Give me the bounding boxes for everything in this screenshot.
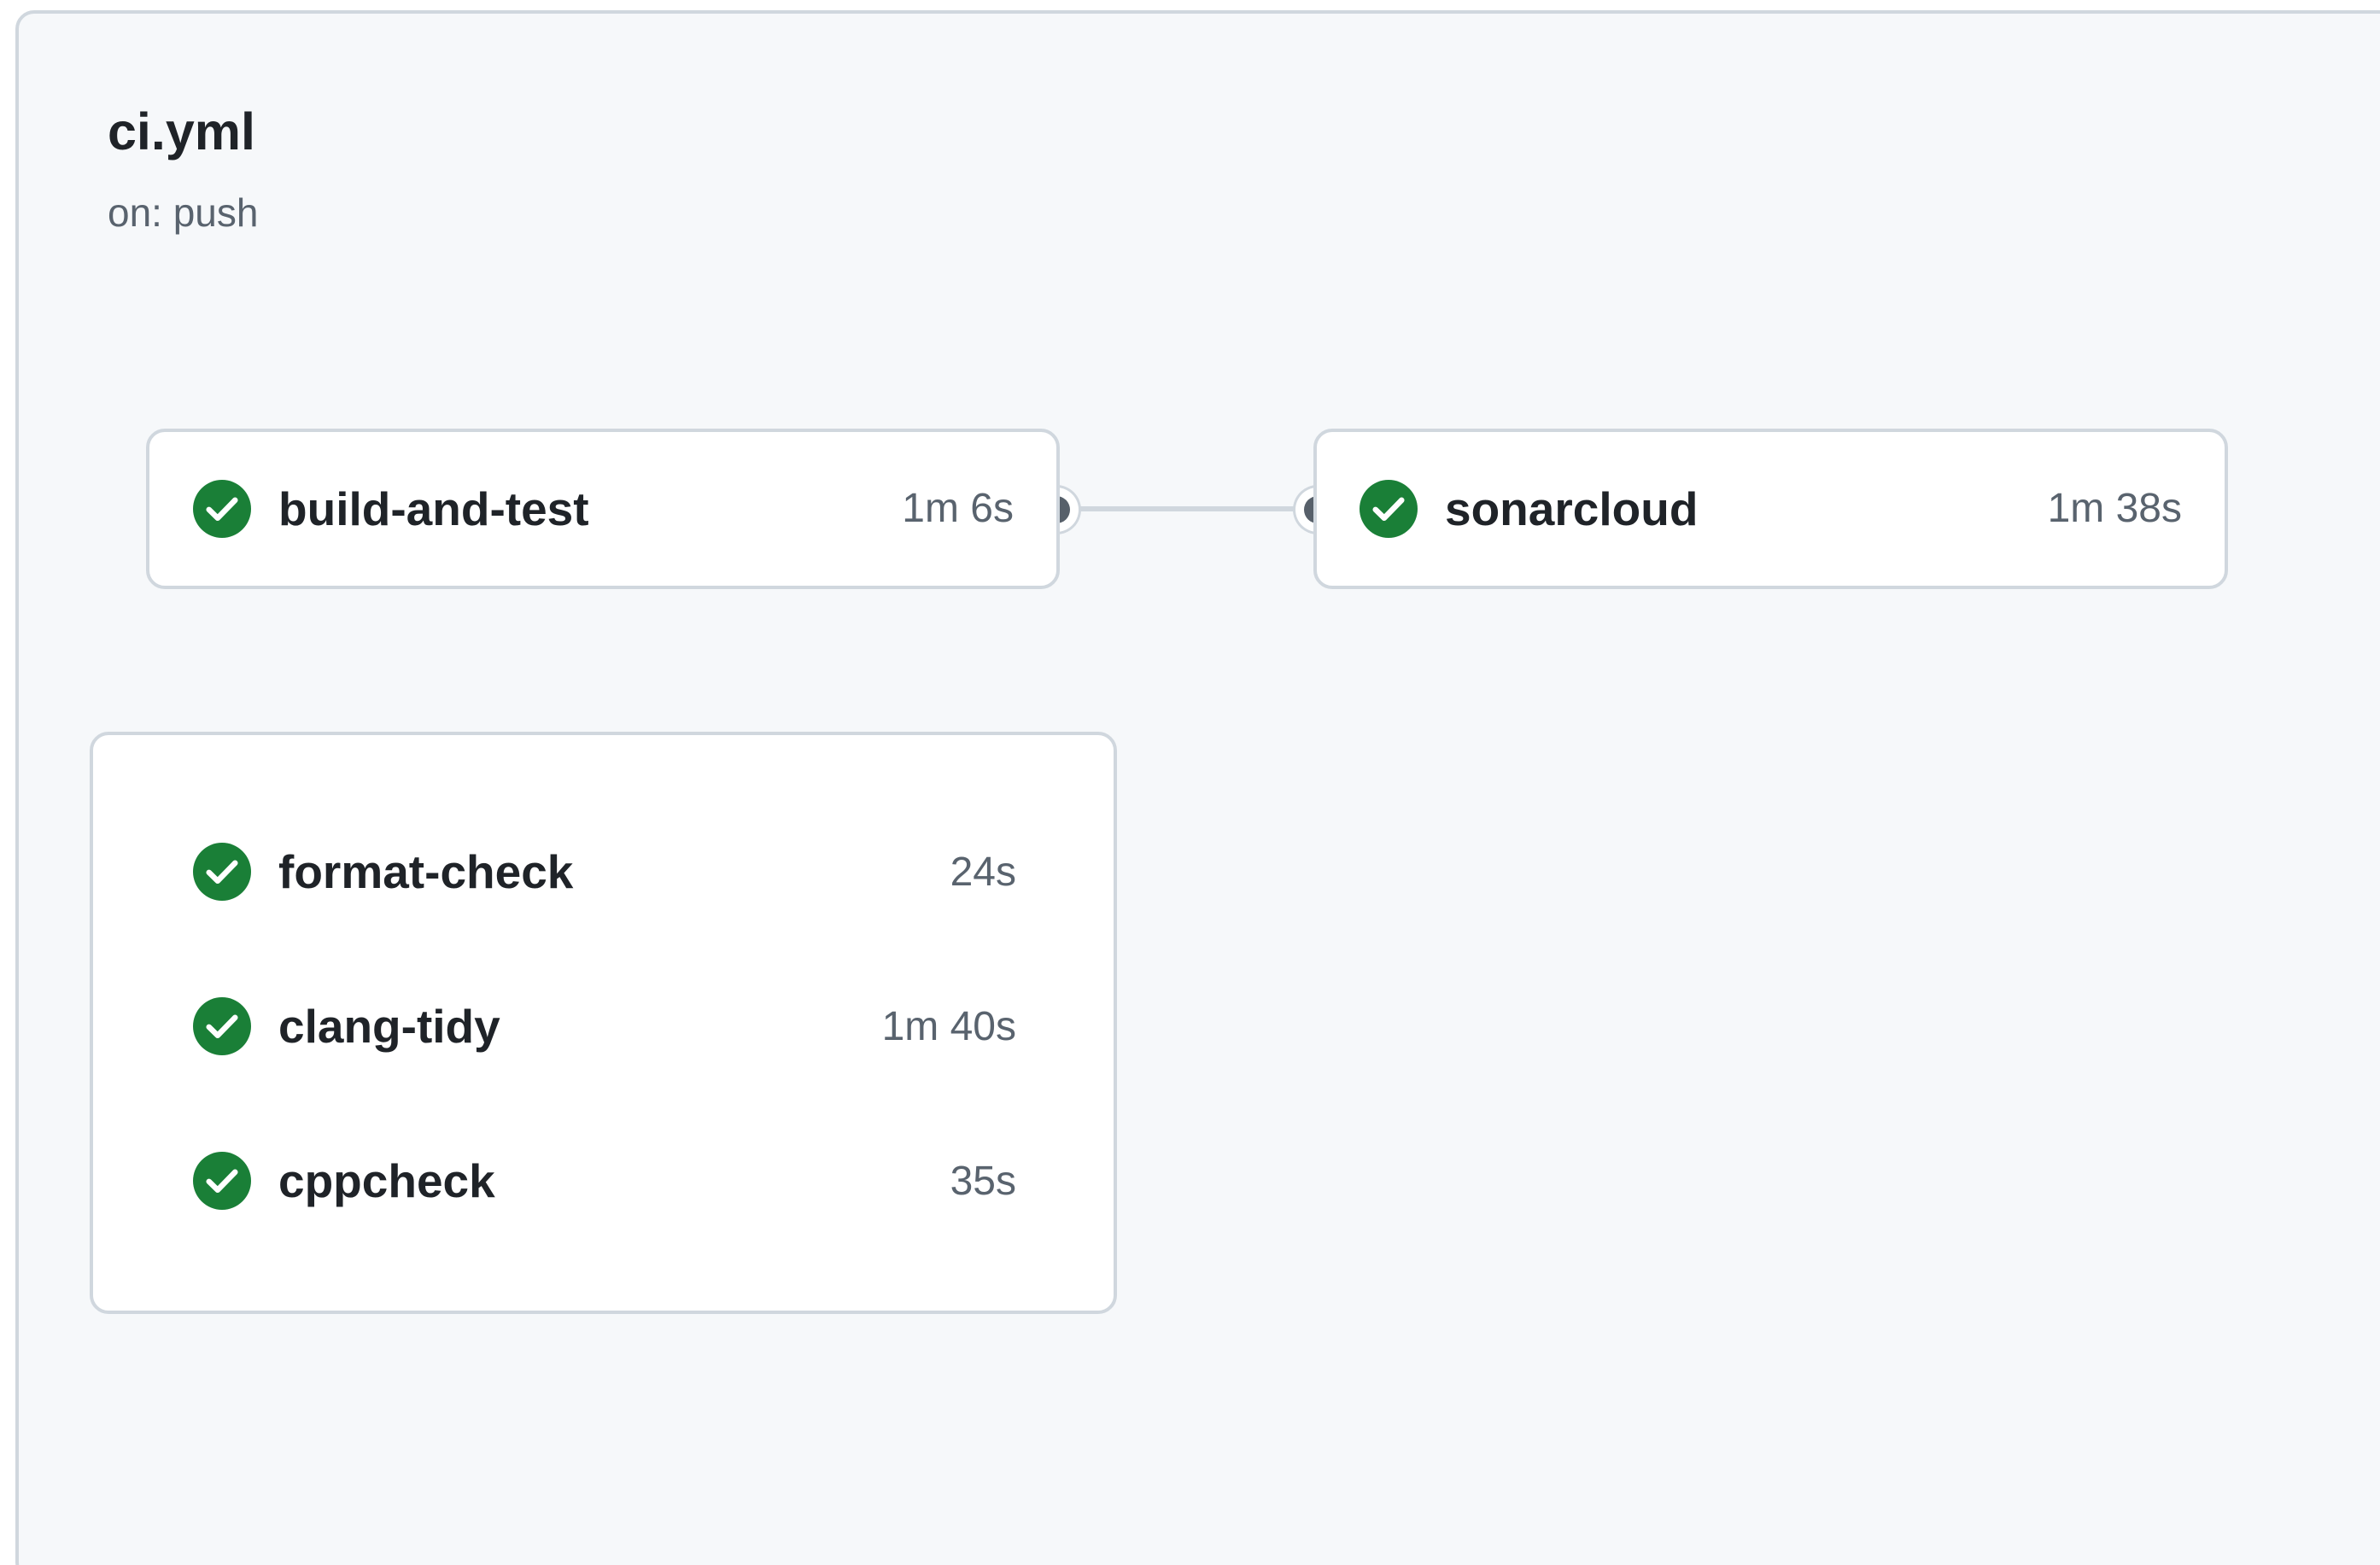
job-name: cppcheck (278, 1153, 495, 1207)
job-name: build-and-test (278, 482, 589, 535)
check-circle-fill-icon (1360, 480, 1418, 538)
job-duration: 1m 6s (902, 486, 1014, 531)
job-name: sonarcloud (1445, 482, 1699, 535)
job-card-sonarcloud[interactable]: sonarcloud 1m 38s (1313, 429, 2228, 589)
job-duration: 1m 38s (2047, 486, 2182, 531)
check-circle-fill-icon (193, 1152, 251, 1210)
check-circle-fill-icon (193, 997, 251, 1055)
job-row-clang-tidy[interactable]: clang-tidy (193, 984, 500, 1069)
job-card-build-and-test[interactable]: build-and-test 1m 6s (146, 429, 1060, 589)
check-circle-fill-icon (193, 843, 251, 901)
job-duration: 35s (950, 1159, 1016, 1204)
job-group-card: format-check 24s clang-tidy 1m 40s cppch… (90, 732, 1117, 1314)
job-name: format-check (278, 844, 574, 898)
check-circle-fill-icon (193, 480, 251, 538)
job-row-format-check[interactable]: format-check (193, 829, 573, 914)
workflow-title: ci.yml (108, 102, 255, 161)
job-row-sonarcloud[interactable]: sonarcloud (1360, 466, 1698, 552)
job-row-cppcheck[interactable]: cppcheck (193, 1138, 495, 1223)
job-duration: 1m 40s (881, 1004, 1016, 1049)
workflow-trigger: on: push (108, 190, 259, 235)
job-row-build-and-test[interactable]: build-and-test (193, 466, 589, 552)
job-duration: 24s (950, 850, 1016, 895)
job-name: clang-tidy (278, 999, 500, 1053)
dependency-connector-line (1059, 506, 1315, 511)
